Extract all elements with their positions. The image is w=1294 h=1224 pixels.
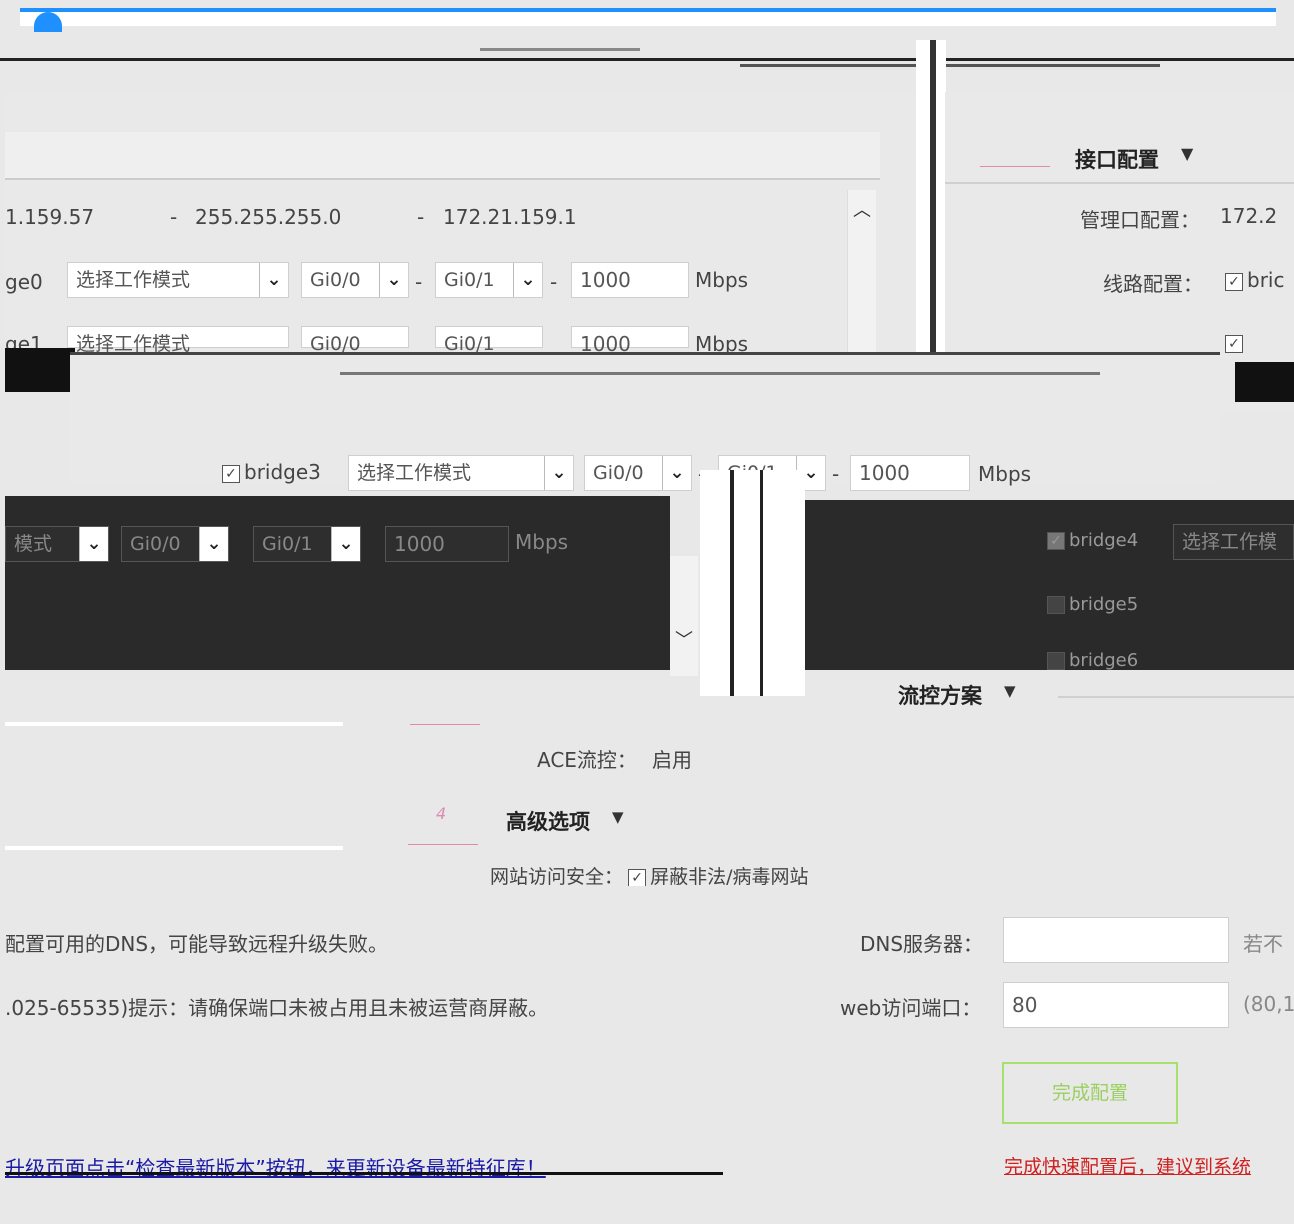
bridge3-row-panel: ✓bridge3 选择工作模式⌄ Gi0/0⌄ - Gi0/1⌄ - 1000 … (70, 352, 1220, 491)
finish-hint-link[interactable]: 完成快速配置后，建议到系统 (1004, 1152, 1251, 1179)
separator: - (170, 205, 178, 229)
work-mode-select[interactable]: 选择工作模式 ⌄ (67, 262, 289, 298)
speed-unit: Mbps (515, 530, 569, 554)
chevron-down-icon[interactable]: ⌄ (662, 456, 691, 490)
chevron-down-icon[interactable]: ⌄ (259, 263, 288, 297)
port-b-select[interactable]: Gi0/1⌄ (253, 526, 361, 562)
dns-server-input[interactable] (1003, 917, 1229, 963)
bridge-checkbox-label[interactable]: bridge6 (1047, 650, 1138, 671)
step-3-icon (410, 700, 480, 725)
port-hint: .025-65535)提示：请确保端口未被占用且未被运营商屏蔽。 (5, 996, 549, 1020)
section-title: 接口配置 (1075, 148, 1159, 172)
netmask-text: 255.255.255.0 (195, 205, 342, 229)
web-security-option[interactable]: ✓ 屏蔽非法/病毒网站 (628, 866, 809, 886)
separator: - (417, 205, 425, 229)
chevron-down-icon[interactable]: ⌄ (79, 527, 108, 561)
mgmt-value: 172.2 (1220, 204, 1278, 228)
separator: - (415, 270, 423, 294)
step-4-icon (408, 820, 478, 845)
caret-down-icon[interactable]: ▼ (1004, 682, 1016, 700)
network-config-panel: 1.159.57 - 255.255.255.0 - 172.21.159.1 … (5, 92, 920, 420)
render-glitch-bar (700, 470, 805, 696)
web-security-row: 网站访问安全： ✓ 屏蔽非法/病毒网站 (490, 862, 1190, 886)
line-bridge-option[interactable]: ✓ bric (1225, 268, 1284, 292)
line-bridge-option[interactable]: ✓ (1225, 330, 1247, 354)
separator: - (832, 462, 840, 486)
chevron-down-icon[interactable]: ⌄ (513, 263, 542, 297)
speed-unit: Mbps (978, 462, 1032, 486)
speed-input[interactable]: 1000 (385, 526, 509, 562)
work-mode-select[interactable]: 模式 ⌄ (5, 526, 109, 562)
port-a-select[interactable]: Gi0/0 ⌄ (121, 526, 229, 562)
step-2-icon (980, 142, 1050, 167)
line-label: 线路配置： (1103, 272, 1203, 296)
render-glitch-block (5, 348, 75, 392)
gateway-text: 172.21.159.1 (443, 205, 577, 229)
chevron-up-icon[interactable]: ︿ (848, 196, 876, 222)
upgrade-link[interactable]: 升级页面点击“检查最新版本”按钮，来更新设备最新特征库！ (5, 1152, 546, 1181)
web-port-input[interactable]: 80 (1003, 982, 1229, 1028)
finish-config-button[interactable]: 完成配置 (1002, 1062, 1178, 1124)
render-glitch-bar (930, 40, 936, 400)
dns-hint: 配置可用的DNS，可能导致远程升级失败。 (5, 932, 389, 956)
speed-input[interactable]: 1000 (850, 455, 970, 491)
checkbox-checked-icon[interactable]: ✓ (1225, 334, 1243, 353)
divider (5, 846, 343, 850)
dns-label: DNS服务器： (860, 932, 984, 956)
port-suffix: (80,1 (1243, 992, 1294, 1016)
section-title: 流控方案 (898, 684, 982, 708)
web-security-label: 网站访问安全： (490, 866, 624, 886)
bridge-checkbox-label[interactable]: ✓ bridge4 (1047, 530, 1138, 551)
speed-input[interactable]: 1000 (571, 262, 689, 298)
work-mode-select[interactable]: 选择工作模 (1173, 524, 1294, 560)
window-top-bar (20, 8, 1276, 26)
chevron-down-icon[interactable]: ⌄ (331, 527, 360, 561)
chevron-down-icon[interactable]: ⌄ (379, 263, 408, 297)
divider (5, 722, 343, 726)
divider (5, 1172, 723, 1175)
port-b-select[interactable]: Gi0/1 (435, 326, 543, 355)
bridge-name: ge0 (5, 270, 43, 294)
ace-value: 启用 (652, 748, 692, 772)
chevron-down-icon[interactable]: ﹀ (670, 626, 698, 652)
panel-header (5, 132, 880, 180)
port-b-select[interactable]: Gi0/1⌄ (435, 262, 543, 298)
step-number: 4 (436, 804, 447, 823)
bridge-checkbox-label[interactable]: bridge5 (1047, 594, 1138, 615)
work-mode-select[interactable]: 选择工作模式 ⌄ (348, 455, 574, 491)
checkbox-checked-icon[interactable]: ✓ (1047, 532, 1065, 550)
flow-control-header: 流控方案 ▼ (808, 670, 1294, 708)
port-a-select[interactable]: Gi0/0 (301, 326, 409, 355)
caret-down-icon[interactable]: ▼ (612, 808, 624, 826)
speed-unit: Mbps (695, 268, 749, 292)
speed-input[interactable]: 1000 (571, 326, 689, 356)
ace-label: ACE流控： (537, 748, 637, 772)
bridge-checkbox-label[interactable]: ✓ bridge3 (222, 460, 321, 484)
app-logo-icon (34, 12, 62, 32)
port-label: web访问端口： (840, 996, 982, 1020)
chevron-down-icon[interactable]: ⌄ (544, 456, 573, 490)
dns-suffix: 若不 (1243, 932, 1283, 956)
mgmt-label: 管理口配置： (1080, 208, 1200, 232)
dark-render-region: 模式 ⌄ Gi0/0 ⌄ Gi0/1 ⌄ 1000 Mbps (5, 496, 670, 670)
caret-down-icon[interactable]: ▼ (1181, 144, 1193, 163)
section-title: 高级选项 (506, 810, 590, 834)
checkbox-empty-icon[interactable] (1047, 596, 1065, 614)
chevron-down-icon[interactable]: ⌄ (199, 527, 228, 561)
header-glitch-band (0, 36, 1294, 92)
checkbox-empty-icon[interactable] (1047, 652, 1065, 670)
list-scrollbar[interactable]: ﹀ (670, 556, 698, 676)
port-a-select[interactable]: Gi0/0 ⌄ (584, 455, 692, 491)
separator: - (550, 270, 558, 294)
checkbox-checked-icon[interactable]: ✓ (222, 464, 240, 483)
work-mode-select[interactable]: 选择工作模式 (67, 326, 289, 355)
checkbox-checked-icon[interactable]: ✓ (1225, 272, 1243, 291)
dark-render-region: ✓ bridge4 选择工作模 bridge5 bridge6 (805, 500, 1294, 671)
render-glitch-block (1235, 362, 1294, 402)
ip-address-text: 1.159.57 (5, 205, 95, 229)
checkbox-checked-icon[interactable]: ✓ (628, 868, 647, 886)
port-a-select[interactable]: Gi0/0 ⌄ (301, 262, 409, 298)
